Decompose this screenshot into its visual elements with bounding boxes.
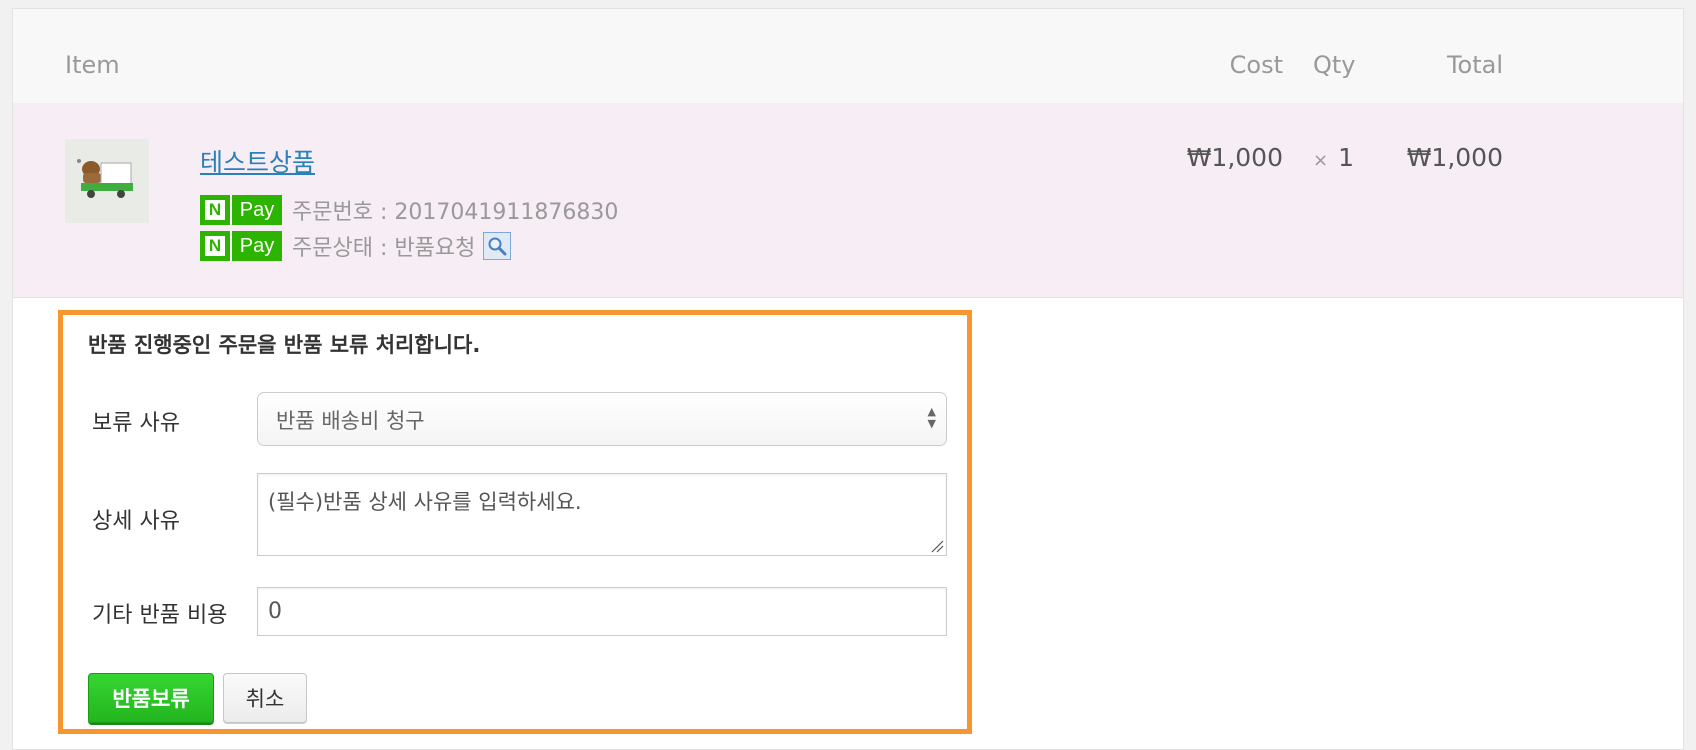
qty-value: 1 [1338, 143, 1354, 172]
order-items-panel: Item Cost Qty Total 테스트상품 N Pay 주문번호 : 2… [12, 8, 1684, 750]
order-status-line: N Pay 주문상태 : 반품요청 [200, 231, 512, 261]
header-total: Total [1446, 51, 1503, 79]
row-qty: × 1 [1313, 143, 1354, 172]
naver-pay-logo: N Pay [200, 195, 282, 225]
naver-pay-logo: N Pay [200, 231, 282, 261]
return-hold-button[interactable]: 반품보류 [88, 673, 214, 723]
product-name-link[interactable]: 테스트상품 [200, 143, 315, 179]
return-hold-form: 반품 진행중인 주문을 반품 보류 처리합니다. 보류 사유 반품 배송비 청구… [58, 310, 972, 734]
hold-reason-select[interactable]: 반품 배송비 청구 ▲ ▼ [257, 392, 947, 446]
extra-cost-label: 기타 반품 비용 [92, 603, 228, 628]
header-item: Item [65, 51, 120, 79]
npay-n-mark: N [205, 200, 225, 220]
qty-times-sign: × [1313, 150, 1329, 171]
updown-arrows-icon: ▲ ▼ [927, 405, 936, 430]
table-row: 테스트상품 N Pay 주문번호 : 2017041911876830 N Pa… [13, 103, 1683, 298]
detail-reason-placeholder: (필수)반품 상세 사유를 입력하세요. [268, 490, 582, 514]
cancel-button[interactable]: 취소 [223, 673, 307, 723]
detail-reason-textarea[interactable]: (필수)반품 상세 사유를 입력하세요. [257, 473, 947, 556]
header-cost: Cost [1229, 51, 1283, 79]
product-thumbnail [65, 139, 149, 223]
header-qty: Qty [1313, 51, 1356, 79]
order-number-line: N Pay 주문번호 : 2017041911876830 [200, 195, 618, 225]
npay-pay-text: Pay [230, 195, 282, 225]
table-header: Item Cost Qty Total [13, 9, 1683, 104]
order-number: 주문번호 : 2017041911876830 [292, 200, 619, 225]
npay-pay-text: Pay [230, 231, 282, 261]
magnifier-icon[interactable] [483, 232, 512, 260]
extra-cost-value: 0 [268, 599, 282, 624]
form-title: 반품 진행중인 주문을 반품 보류 처리합니다. [88, 333, 481, 357]
row-cost: ₩1,000 [1186, 143, 1283, 172]
hold-reason-label: 보류 사유 [92, 411, 180, 436]
resize-grip-icon[interactable] [930, 539, 944, 553]
detail-reason-label: 상세 사유 [92, 509, 180, 534]
order-status: 주문상태 : 반품요청 [292, 236, 476, 261]
npay-n-mark: N [205, 236, 225, 256]
row-total: ₩1,000 [1406, 143, 1503, 172]
hold-reason-value: 반품 배송비 청구 [276, 409, 425, 433]
extra-cost-input[interactable]: 0 [257, 587, 947, 636]
